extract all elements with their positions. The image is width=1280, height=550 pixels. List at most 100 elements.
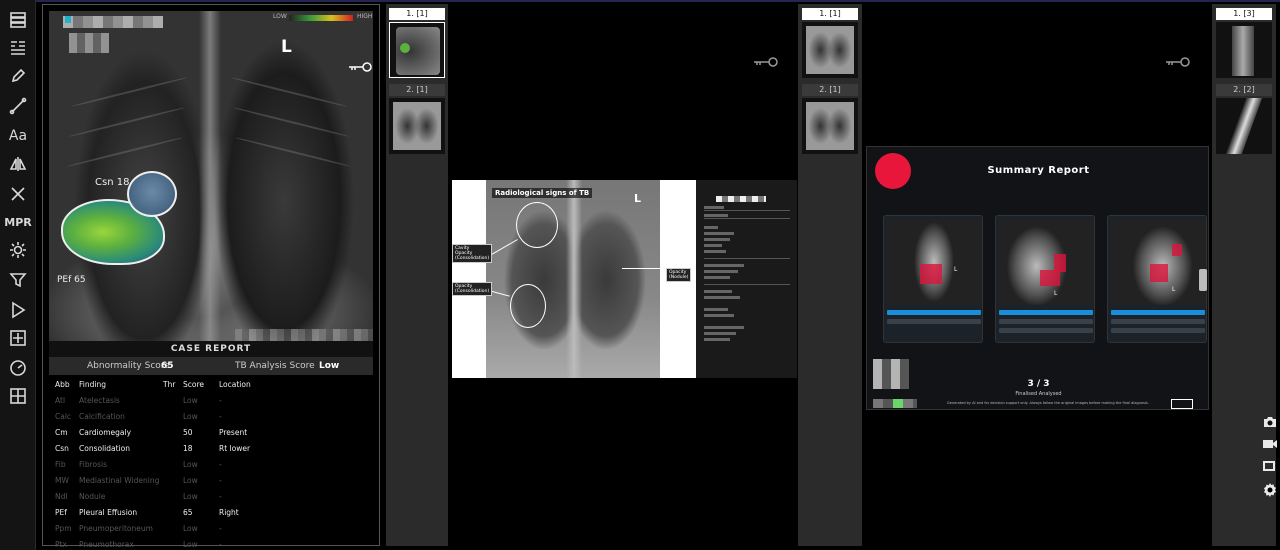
consolidation-heatmap[interactable]	[127, 171, 177, 217]
thumb-label[interactable]: 1. [3]	[1216, 8, 1272, 20]
orientation-marker: L	[1172, 286, 1176, 293]
summary-card[interactable]: L	[995, 215, 1095, 343]
summary-report[interactable]: Summary Report L L L 3 / 3 Finalised Ana…	[866, 146, 1209, 410]
viewport-2[interactable]: Radiological signs of TB L Cavity Opacit…	[452, 4, 797, 546]
cross-icon[interactable]	[6, 182, 30, 206]
layout-icon[interactable]	[6, 8, 30, 32]
play-icon[interactable]	[6, 298, 30, 322]
cell-abb: Ptx	[55, 540, 67, 549]
thumbnail-strip-2: 1. [1] 2. [1]	[798, 4, 862, 546]
redacted-footer	[235, 329, 373, 341]
thumb-heat	[400, 43, 410, 53]
divider	[704, 210, 790, 211]
header-finding: Finding	[79, 380, 106, 389]
cell-finding: Pleural Effusion	[79, 508, 138, 517]
thumb-label[interactable]: 2. [1]	[802, 84, 858, 96]
key-icon[interactable]	[1164, 56, 1192, 68]
thumbnail[interactable]	[802, 98, 858, 154]
cell-finding: Consolidation	[79, 444, 130, 453]
label-lower: Opacity (Consolidation)	[452, 282, 493, 296]
orientation-marker: L	[1054, 290, 1058, 297]
table-row[interactable]: Atl Atelectasis Low -	[49, 393, 373, 409]
text-line	[704, 326, 744, 329]
orientation-marker: L	[954, 266, 958, 273]
table-row[interactable]: Cm Cardiomegaly 50 Present	[49, 425, 373, 441]
table-row[interactable]: Ndl Nodule Low -	[49, 489, 373, 505]
divider	[704, 284, 790, 285]
thumb-label[interactable]: 1. [1]	[389, 8, 445, 20]
label-upper: Cavity Opacity (Consolidation)	[452, 244, 493, 263]
card-bar	[1111, 310, 1205, 315]
gauge-icon[interactable]	[6, 356, 30, 380]
cell-abb: Csn	[55, 444, 69, 453]
cell-abb: MW	[55, 476, 69, 485]
table-row[interactable]: PEf Pleural Effusion 65 Right	[49, 505, 373, 521]
video-icon[interactable]	[1262, 436, 1280, 454]
brightness-icon[interactable]	[6, 238, 30, 262]
text-line	[704, 308, 728, 311]
divider	[704, 258, 790, 259]
table-row[interactable]: Calc Calcification Low -	[49, 409, 373, 425]
summary-scrollbar[interactable]	[1199, 269, 1207, 291]
thumb-label[interactable]: 1. [1]	[802, 8, 858, 20]
table-row[interactable]: MW Mediastinal Widening Low -	[49, 473, 373, 489]
cell-finding: Atelectasis	[79, 396, 120, 405]
table-row[interactable]: Fib Fibrosis Low -	[49, 457, 373, 473]
grid-icon[interactable]	[6, 384, 30, 408]
table-row[interactable]: Csn Consolidation 18 Rt lower	[49, 441, 373, 457]
colorbar-high: HIGH	[357, 13, 373, 20]
finding-box	[1054, 254, 1066, 272]
summary-card[interactable]: L	[1107, 215, 1207, 343]
table-header: Abb Finding Thr Score Location	[49, 377, 373, 393]
gear-icon[interactable]	[1262, 482, 1280, 500]
case-report-title: CASE REPORT	[49, 341, 373, 357]
thumbnail[interactable]	[802, 22, 858, 78]
chest-xray-image[interactable]: LOW HIGH L Csn 18 PEf 65	[49, 11, 373, 341]
card-image	[999, 219, 1093, 305]
thumbnail[interactable]	[389, 22, 445, 78]
text-line	[704, 276, 730, 279]
card-bar	[887, 310, 981, 315]
viewport-3[interactable]: Summary Report L L L 3 / 3 Finalised Ana…	[866, 4, 1211, 546]
cell-location: -	[219, 460, 222, 469]
text-line	[704, 238, 730, 241]
key-icon[interactable]	[752, 56, 780, 68]
flip-icon[interactable]	[6, 152, 30, 176]
thumb-label[interactable]: 2. [2]	[1216, 84, 1272, 96]
summary-subtitle: Finalised Analysed	[1015, 391, 1062, 397]
filter-icon[interactable]	[6, 268, 30, 292]
page-indicator: 3 / 3	[1027, 379, 1050, 389]
table-row[interactable]: Ptx Pneumothorax Low -	[49, 537, 373, 550]
summary-card[interactable]: L	[883, 215, 983, 343]
thumbnail[interactable]	[1216, 22, 1272, 78]
text-line	[704, 332, 736, 335]
text-line	[704, 296, 740, 299]
window-icon[interactable]	[1262, 458, 1280, 476]
orientation-marker: L	[281, 37, 292, 57]
cell-score: Low	[183, 460, 198, 469]
camera-icon[interactable]	[1262, 414, 1280, 432]
tb-report-image[interactable]: Radiological signs of TB L Cavity Opacit…	[452, 180, 797, 378]
cell-location: -	[219, 492, 222, 501]
cell-finding: Mediastinal Widening	[79, 476, 160, 485]
cell-finding: Pneumothorax	[79, 540, 134, 549]
line-icon[interactable]	[6, 94, 30, 118]
list-icon[interactable]	[6, 36, 30, 60]
text-icon[interactable]: Aa	[6, 124, 30, 148]
text-line	[704, 290, 732, 293]
cell-score: Low	[183, 524, 198, 533]
viewport-1[interactable]: LOW HIGH L Csn 18 PEf 65 CASE REPORT Abn…	[42, 4, 380, 549]
cell-finding: Cardiomegaly	[79, 428, 132, 437]
crosshair-icon[interactable]	[6, 326, 30, 350]
key-icon[interactable]	[347, 61, 373, 73]
pen-icon[interactable]	[6, 64, 30, 88]
mpr-icon[interactable]: MPR	[4, 210, 32, 234]
thumbnail[interactable]	[1216, 98, 1272, 154]
table-row[interactable]: Ppm Pneumoperitoneum Low -	[49, 521, 373, 537]
cell-score: Low	[183, 540, 198, 549]
thumb-label[interactable]: 2. [1]	[389, 84, 445, 96]
mpr-label: MPR	[4, 215, 32, 229]
rib	[232, 106, 350, 138]
thumbnail[interactable]	[389, 98, 445, 154]
card-bar	[887, 319, 981, 324]
